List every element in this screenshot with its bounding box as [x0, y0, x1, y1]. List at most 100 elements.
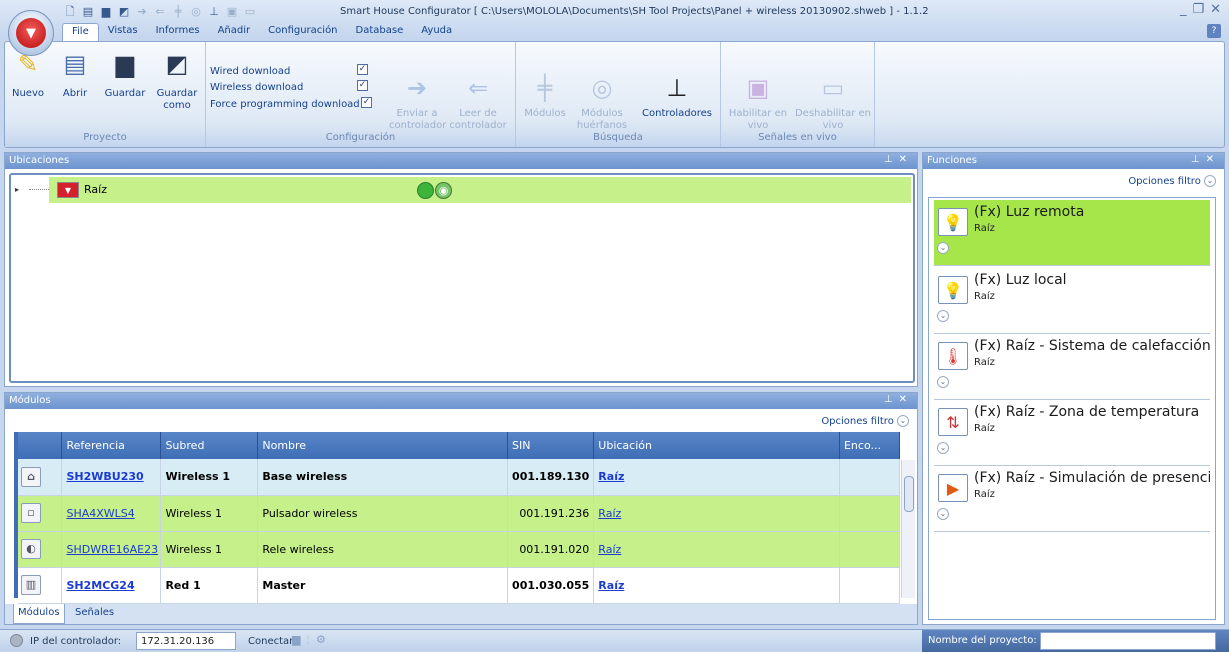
force-download-checkbox[interactable]: ✓	[361, 97, 372, 108]
col-sin[interactable]: SIN	[507, 432, 595, 459]
tab-vistas[interactable]: Vistas	[99, 23, 147, 41]
modules-icon[interactable]: ╪	[170, 4, 186, 20]
restore-icon[interactable]: ❐	[1192, 2, 1204, 17]
funciones-filter[interactable]: Opciones filtro ⌄	[1128, 175, 1216, 187]
ubic-cell[interactable]: Raíz	[593, 567, 840, 604]
enviar-label-1: Enviar a	[396, 108, 438, 119]
modulos-huerfanos-button[interactable]: ◎ Módulos huérfanos	[574, 72, 630, 132]
scrollbar-thumb[interactable]	[904, 476, 914, 512]
col-nombre[interactable]: Nombre	[257, 432, 509, 459]
live-off-icon[interactable]: ▭	[242, 4, 258, 20]
ubic-link[interactable]: Raíz	[598, 507, 621, 520]
expand-icon[interactable]: ⌄	[937, 376, 949, 388]
modulos-panel-controls[interactable]: ⊥✕	[884, 394, 913, 405]
tab-file[interactable]: File	[62, 23, 99, 41]
ref-cell[interactable]: SH2WBU230	[61, 459, 162, 496]
ubic-link[interactable]: Raíz	[598, 470, 624, 483]
table-row[interactable]: ▫ SHA4XWLS4 Wireless 1 Pulsador wireless…	[18, 495, 901, 532]
function-name: (Fx) Raíz - Zona de temperatura	[974, 404, 1200, 420]
huerfanos-label-1: Módulos	[581, 108, 623, 119]
conectar-button[interactable]: Conectar	[248, 636, 293, 647]
list-item[interactable]: 💡 (Fx) Luz local Raíz ⌄	[934, 268, 1210, 334]
save-icon[interactable]: ▆	[98, 4, 114, 20]
minimize-icon[interactable]: _	[1180, 2, 1187, 17]
ubic-cell[interactable]: Raíz	[593, 495, 840, 532]
col-enco[interactable]: Enco...	[839, 432, 901, 459]
tab-database[interactable]: Database	[347, 23, 413, 41]
ubic-cell[interactable]: Raíz	[593, 459, 840, 496]
ref-link[interactable]: SH2MCG24	[66, 579, 134, 592]
col-ubicacion[interactable]: Ubicación	[593, 432, 840, 459]
guardar-como-button[interactable]: ◩ Guardar como	[155, 48, 199, 112]
wired-download-checkbox[interactable]: ✓	[357, 64, 368, 75]
ref-link[interactable]: SH2WBU230	[66, 470, 143, 483]
thermometer-icon: 🌡	[938, 342, 968, 370]
habilitar-vivo-button[interactable]: ▣ Habilitar en vivo	[725, 72, 791, 132]
table-scrollbar[interactable]	[901, 460, 915, 598]
help-button[interactable]: ?	[1207, 24, 1221, 38]
expand-icon[interactable]: ⌄	[937, 242, 949, 254]
save-status-icon[interactable]: ▆	[292, 633, 300, 646]
ref-cell[interactable]: SHDWRE16AE23	[61, 531, 162, 568]
guardar-button[interactable]: ▆ Guardar	[103, 48, 147, 100]
modulos-search-button[interactable]: ╪ Módulos	[520, 72, 570, 120]
send-icon[interactable]: ➔	[134, 4, 150, 20]
table-row[interactable]: ◐ SHDWRE16AE23 Wireless 1 Rele wireless …	[18, 531, 901, 568]
table-row[interactable]: ⌂ SH2WBU230 Wireless 1 Base wireless 001…	[18, 459, 901, 496]
module-icon-cell: ▥	[18, 567, 63, 604]
leer-controlador-button[interactable]: ⇐ Leer de controlador	[447, 72, 509, 132]
settings-status-icon[interactable]: ⚙	[316, 633, 326, 646]
tree-node-root[interactable]	[49, 177, 911, 203]
abrir-button[interactable]: ▤ Abrir	[57, 48, 93, 100]
funciones-panel-controls[interactable]: ⊥✕	[1191, 154, 1220, 165]
ubic-link[interactable]: Raíz	[598, 579, 624, 592]
quick-access-toolbar: 🗋 ▤ ▆ ◩ ➔ ⇐ ╪ ◎ ⊥ ▣ ▭	[62, 4, 258, 22]
list-item[interactable]: 🌡 (Fx) Raíz - Sistema de calefacción Raí…	[934, 334, 1211, 400]
tab-anadir[interactable]: Añadir	[209, 23, 260, 41]
col-subred[interactable]: Subred	[160, 432, 259, 459]
modulos-filter[interactable]: Opciones filtro ⌄	[821, 415, 909, 427]
table-row[interactable]: ▥ SH2MCG24 Red 1 Master 001.030.055 Raíz	[18, 567, 901, 604]
bulb-icon: 💡	[938, 276, 968, 304]
floppy-icon: ▆	[115, 50, 135, 78]
sin-cell: 001.191.236	[507, 495, 595, 532]
tab-modulos[interactable]: Módulos	[13, 604, 65, 624]
wireless-download-checkbox[interactable]: ✓	[357, 80, 368, 91]
project-name-label: Nombre del proyecto:	[928, 635, 1037, 646]
controllers-icon[interactable]: ⊥	[206, 4, 222, 20]
enviar-controlador-button[interactable]: ➔ Enviar a controlador	[389, 72, 446, 132]
window-controls: _ ❐ ✕	[1180, 2, 1221, 17]
project-name-input[interactable]	[1040, 632, 1216, 650]
open-file-icon[interactable]: ▤	[80, 4, 96, 20]
close-icon[interactable]: ✕	[1210, 2, 1221, 17]
panel-controls[interactable]: ⊥✕	[884, 154, 913, 165]
new-file-icon[interactable]: 🗋	[62, 4, 78, 20]
tab-senales[interactable]: Señales	[75, 607, 114, 618]
save-as-icon[interactable]: ◩	[116, 4, 132, 20]
ref-link[interactable]: SHDWRE16AE23	[66, 543, 158, 556]
ref-link[interactable]: SHA4XWLS4	[66, 507, 134, 520]
ubic-link[interactable]: Raíz	[598, 543, 621, 556]
list-item[interactable]: ⇅ (Fx) Raíz - Zona de temperatura Raíz ⌄	[934, 400, 1210, 466]
col-referencia[interactable]: Referencia	[61, 432, 162, 459]
read-icon[interactable]: ⇐	[152, 4, 168, 20]
ref-cell[interactable]: SH2MCG24	[61, 567, 162, 604]
deshabilitar-vivo-button[interactable]: ▭ Deshabilitar en vivo	[793, 72, 873, 132]
list-item[interactable]: 💡 (Fx) Luz remota Raíz ⌄	[934, 200, 1210, 266]
ubicaciones-title: Ubicaciones	[9, 155, 70, 166]
ip-input[interactable]: 172.31.20.136	[136, 632, 236, 650]
orphans-icon[interactable]: ◎	[188, 4, 204, 20]
live-on-icon[interactable]: ▣	[224, 4, 240, 20]
expand-icon[interactable]: ⌄	[937, 442, 949, 454]
expand-icon[interactable]: ⌄	[937, 310, 949, 322]
list-item[interactable]: ▶ (Fx) Raíz - Simulación de presencia Ra…	[934, 466, 1210, 532]
ref-cell[interactable]: SHA4XWLS4	[61, 495, 162, 532]
function-location: Raíz	[974, 489, 995, 500]
controladores-button[interactable]: ⊥ Controladores	[636, 72, 718, 120]
tab-informes[interactable]: Informes	[147, 23, 209, 41]
expand-icon[interactable]: ⌄	[937, 508, 949, 520]
tab-ayuda[interactable]: Ayuda	[412, 23, 461, 41]
ubic-cell[interactable]: Raíz	[593, 531, 840, 568]
app-menu-button[interactable]: ▼	[8, 10, 54, 56]
tab-configuracion[interactable]: Configuración	[259, 23, 346, 41]
